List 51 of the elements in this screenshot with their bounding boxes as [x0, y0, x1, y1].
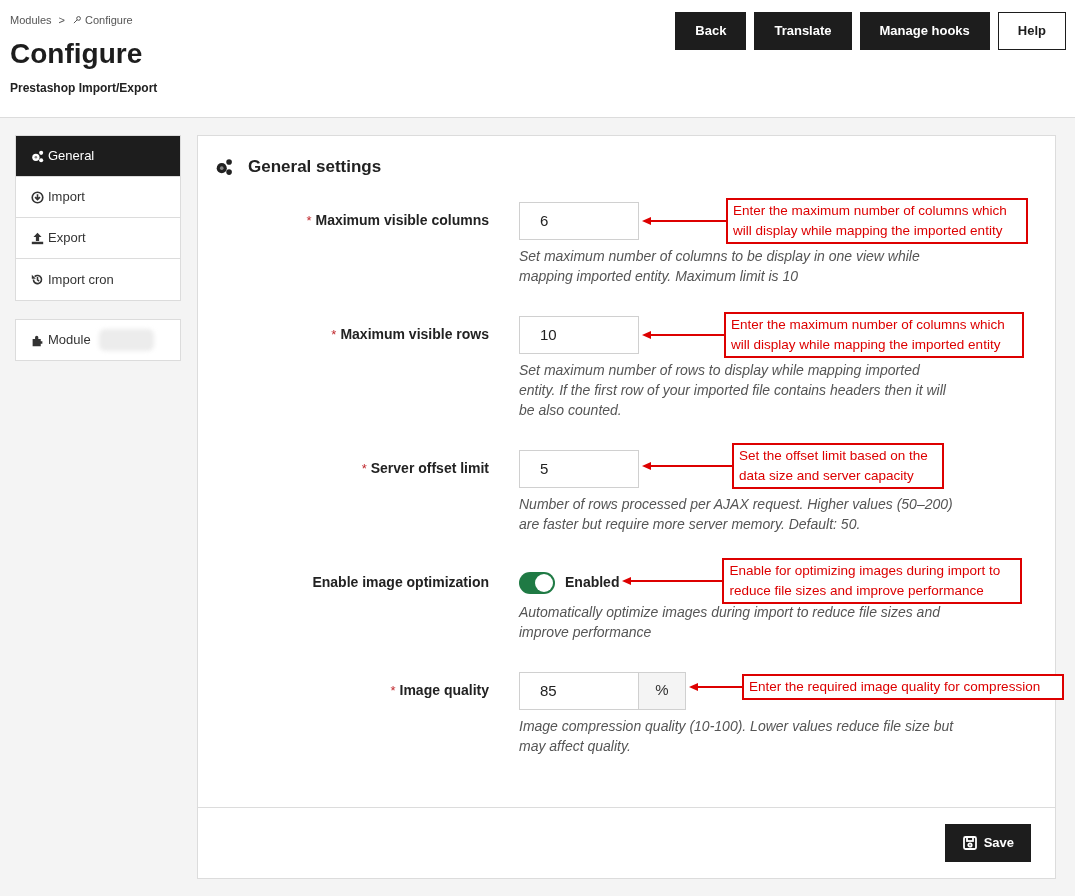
field-label: Maximum visible columns	[315, 210, 489, 230]
number-field[interactable]: 5	[519, 449, 639, 488]
field-label: Maximum visible rows	[340, 324, 489, 344]
field-label: Server offset limit	[370, 458, 489, 478]
page-title: Configure	[10, 36, 144, 71]
wrench-icon	[72, 15, 82, 26]
breadcrumb-current: Configure	[85, 13, 133, 28]
history-icon	[31, 273, 44, 286]
help-text: Automatically optimize images during import to reduce file sizes and improve performance	[519, 602, 942, 642]
annotation-callout: Enable for optimizing images during import to reduce file sizes and improve performance	[722, 557, 1023, 604]
sidebar-item[interactable]: Module	[15, 319, 181, 361]
toolbar-button[interactable]: Help	[997, 12, 1066, 50]
number-field[interactable]: 85	[519, 671, 639, 710]
required-asterisk: *	[361, 459, 367, 478]
toolbar-button[interactable]: Back	[675, 12, 747, 50]
page-subtitle: Prestashop Import/Export	[10, 79, 158, 97]
help-text: Set maximum number of rows to display while mapping imported entity. If the first row of your imported file contains headers then it will be also counted.	[519, 360, 947, 420]
sidebar-item[interactable]: Import cron	[16, 259, 180, 300]
help-text: Image compression quality (10-100). Lower values reduce file size but may affect quality.	[519, 716, 955, 756]
gears-icon	[31, 149, 44, 163]
upload-icon	[31, 231, 44, 245]
toggle-label: Enabled	[565, 573, 620, 592]
annotation-callout: Set the offset limit based on the data size and server capacity	[732, 442, 944, 489]
sidebar-item[interactable]: Import	[16, 177, 180, 218]
required-asterisk: *	[390, 681, 396, 700]
number-field[interactable]: 10	[519, 315, 639, 354]
save-button[interactable]: Save	[944, 824, 1031, 862]
puzzle-icon	[31, 333, 44, 347]
breadcrumb-separator: >	[58, 13, 65, 28]
number-field[interactable]: 6	[519, 201, 639, 240]
required-asterisk: *	[306, 211, 312, 230]
sidebar-item[interactable]: General	[16, 136, 180, 177]
save-icon	[961, 835, 978, 851]
breadcrumb-link[interactable]: Modules	[10, 12, 52, 29]
sidebar-item[interactable]: Export	[16, 218, 180, 259]
panel-title: General settings	[248, 156, 382, 178]
help-text: Set maximum number of columns to be display in one view while mapping imported entity. Maximum limit is 10	[519, 246, 921, 286]
toolbar-button[interactable]: Translate	[754, 12, 852, 50]
annotation-callout: Enter the maximum number of columns which will display while mapping the imported entity	[726, 197, 1028, 244]
toolbar-button[interactable]: Manage hooks	[859, 12, 990, 50]
download-icon	[31, 190, 44, 204]
field-label: Enable image optimization	[312, 572, 489, 592]
annotation-callout: Enter the maximum number of columns which will display while mapping the imported entity	[724, 311, 1024, 358]
required-asterisk: *	[331, 325, 337, 344]
percent-addon: %	[639, 671, 686, 710]
toggle-switch[interactable]	[519, 571, 555, 594]
help-text: Number of rows processed per AJAX request. Higher values (50–200) are faster but require more server memory. Default: 50.	[519, 494, 954, 534]
gears-icon	[214, 157, 234, 176]
annotation-arrow	[689, 681, 742, 692]
annotation-callout: Enter the required image quality for compression	[742, 673, 1064, 700]
field-label: Image quality	[399, 680, 489, 700]
